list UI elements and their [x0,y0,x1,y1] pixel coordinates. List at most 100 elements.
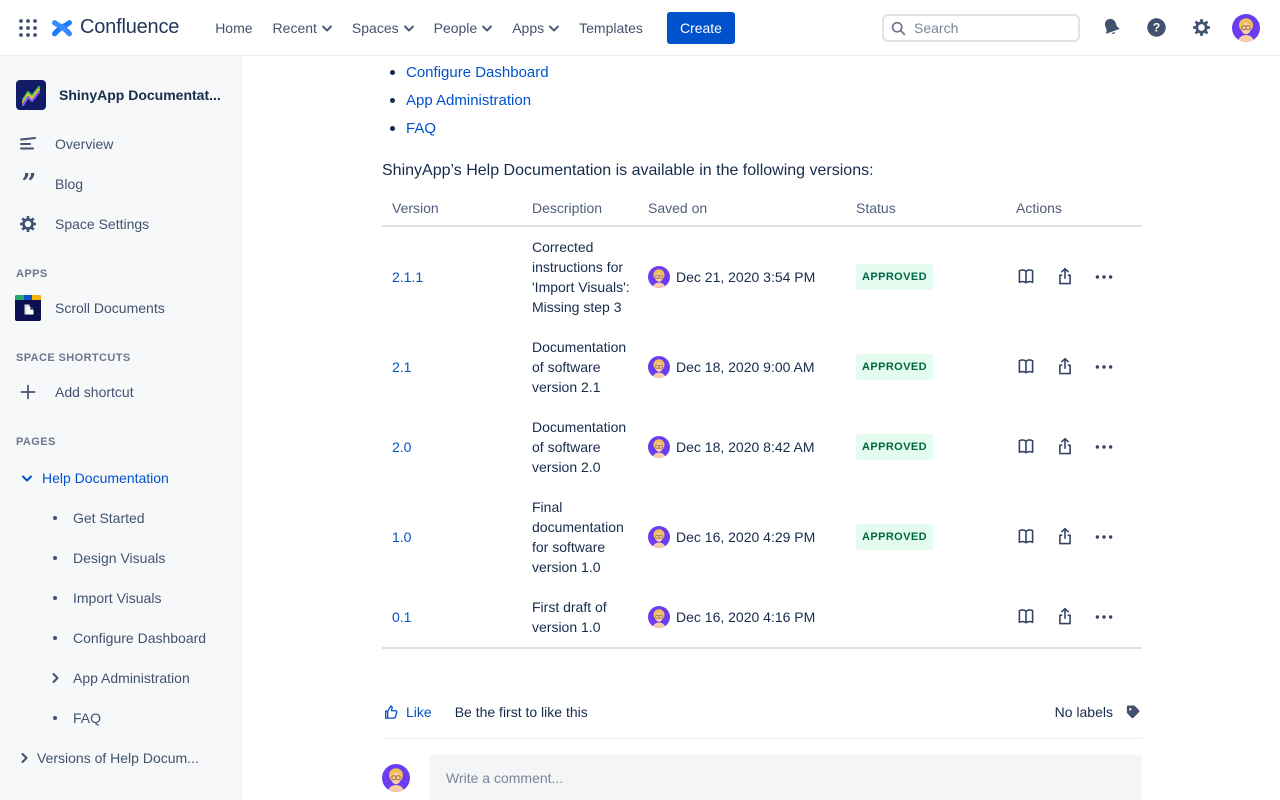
nav-item-label: Spaces [352,20,399,36]
sidebar-item-scroll-documents[interactable]: Scroll Documents [0,288,241,328]
export-share-icon[interactable] [1055,437,1075,457]
create-button[interactable]: Create [667,12,735,44]
notifications-bell-icon[interactable] [1097,14,1125,42]
page-tree-child[interactable]: FAQ [0,698,241,738]
read-view-book-icon[interactable] [1016,357,1036,377]
version-description: First draft of version 1.0 [522,587,638,648]
version-description: Corrected instructions for 'Import Visua… [522,226,638,327]
help-icon[interactable] [1142,14,1170,42]
chevron-right-icon[interactable] [21,750,28,766]
comment-input[interactable] [430,755,1142,800]
shortcuts-section-header: SPACE SHORTCUTS [0,328,241,372]
page-tree-child[interactable]: Import Visuals [0,578,241,618]
page-item-versions[interactable]: Versions of Help Docum... [0,738,241,778]
avatar [648,266,670,288]
page-link[interactable]: App Administration [406,92,531,109]
bullet [390,70,395,75]
status-badge: APPROVED [856,264,933,290]
read-view-book-icon[interactable] [1016,527,1036,547]
column-header: Version [382,196,522,226]
sidebar-item-label: Space Settings [55,216,149,232]
search-input[interactable] [882,14,1080,42]
saved-on-date: Dec 18, 2020 9:00 AM [676,357,815,377]
export-share-icon[interactable] [1055,357,1075,377]
app-switcher-icon[interactable] [12,12,44,44]
version-link[interactable]: 2.1.1 [392,269,423,285]
version-link[interactable]: 0.1 [392,609,411,625]
nav-item-label: Apps [512,20,544,36]
like-button[interactable]: Like [382,703,432,721]
version-link[interactable]: 2.0 [392,439,411,455]
read-view-book-icon[interactable] [1016,437,1036,457]
version-link[interactable]: 1.0 [392,529,411,545]
settings-gear-icon[interactable] [1187,14,1215,42]
pages-section-header: PAGES [0,412,241,456]
page-link-label: Import Visuals [73,590,161,606]
status-badge: APPROVED [856,434,933,460]
more-actions-icon[interactable] [1094,267,1114,287]
nav-item[interactable]: People [424,12,503,44]
more-actions-icon[interactable] [1094,527,1114,547]
labels-tag-icon[interactable] [1124,703,1142,721]
table-header-row: Version Description Saved on Status Acti… [382,196,1142,226]
nav-item[interactable]: Recent [263,12,342,44]
page-tree-child[interactable]: Design Visuals [0,538,241,578]
page-byline: Like Be the first to like this No labels [382,703,1142,721]
avatar [382,764,410,792]
topbar-right-group [882,14,1260,42]
column-header: Description [522,196,638,226]
nav-item[interactable]: Templates [569,12,653,44]
page-link-label: App Administration [73,670,190,686]
more-actions-icon[interactable] [1094,357,1114,377]
page-link[interactable]: FAQ [406,120,436,137]
apps-section-header: APPS [0,244,241,288]
export-share-icon[interactable] [1055,527,1075,547]
read-view-book-icon[interactable] [1016,267,1036,287]
page-toc-list: Configure Dashboard App Administration F… [382,56,1142,142]
chevron-right-icon[interactable] [52,673,59,683]
sidebar-item-label: Blog [55,176,83,192]
space-sidebar: ShinyApp Documentat... Overview ” Blog S… [0,56,242,800]
page-tree-child[interactable]: App Administration [0,658,241,698]
space-avatar-icon [16,80,46,110]
chevron-down-icon [322,25,332,32]
avatar [648,436,670,458]
user-avatar[interactable] [1232,14,1260,42]
plus-icon [16,383,40,401]
saved-on-date: Dec 18, 2020 8:42 AM [676,437,815,457]
nav-item[interactable]: Spaces [342,12,424,44]
bullet [53,596,57,600]
page-tree-child[interactable]: Get Started [0,498,241,538]
scroll-documents-icon [16,295,40,321]
labels-text: No labels [1055,704,1113,720]
bullet [390,126,395,131]
version-link[interactable]: 2.1 [392,359,411,375]
confluence-logo[interactable]: Confluence [50,16,179,39]
saved-on-date: Dec 16, 2020 4:16 PM [676,607,815,627]
nav-item[interactable]: Apps [502,12,569,44]
space-title: ShinyApp Documentat... [59,87,221,103]
nav-item[interactable]: Home [205,12,262,44]
add-shortcut-button[interactable]: Add shortcut [0,372,241,412]
export-share-icon[interactable] [1055,607,1075,627]
page-link-label: Versions of Help Docum... [37,750,199,766]
export-share-icon[interactable] [1055,267,1075,287]
intro-paragraph: ShinyApp’s Help Documentation is availab… [382,162,1142,180]
page-tree-child[interactable]: Configure Dashboard [0,618,241,658]
sidebar-item-blog[interactable]: ” Blog [0,164,241,204]
sidebar-item-overview[interactable]: Overview [0,124,241,164]
sidebar-item-space-settings[interactable]: Space Settings [0,204,241,244]
overview-icon [16,134,40,154]
chevron-down-icon[interactable] [21,475,33,482]
top-app-bar: Confluence Home Recent Spaces People [0,0,1280,56]
read-view-book-icon[interactable] [1016,607,1036,627]
settings-gear-icon [16,214,40,234]
table-row: 0.1 First draft of version 1.0 Dec 16, 2… [382,587,1142,648]
page-link[interactable]: Configure Dashboard [406,64,549,81]
space-header[interactable]: ShinyApp Documentat... [0,62,241,124]
page-item-help-documentation[interactable]: Help Documentation [0,458,241,498]
saved-on-date: Dec 21, 2020 3:54 PM [676,267,815,287]
column-header: Status [846,196,1006,226]
more-actions-icon[interactable] [1094,437,1114,457]
more-actions-icon[interactable] [1094,607,1114,627]
